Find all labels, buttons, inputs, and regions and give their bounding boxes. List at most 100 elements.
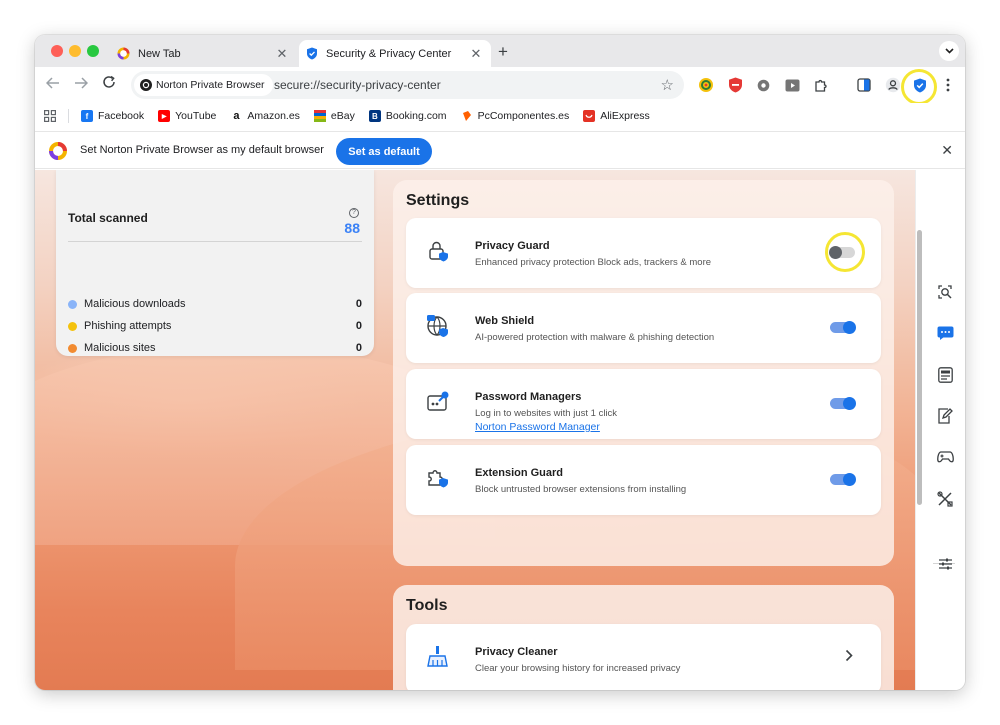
legend-dot <box>68 321 77 331</box>
bookmark-youtube[interactable]: ▶ YouTube <box>158 110 216 122</box>
booking-icon: B <box>368 110 381 122</box>
password-managers-toggle[interactable] <box>830 397 856 410</box>
bookmark-booking[interactable]: B Booking.com <box>368 110 447 122</box>
bookmark-ebay[interactable]: eBay <box>313 110 355 122</box>
chat-icon[interactable] <box>936 324 954 342</box>
more-icon[interactable] <box>939 76 957 94</box>
site-chip[interactable]: Norton Private Browser <box>134 74 273 96</box>
tools-icon[interactable] <box>936 490 954 508</box>
setting-password-managers: Password Managers Log in to websites wit… <box>406 369 881 439</box>
setting-privacy-guard: Privacy Guard Enhanced privacy protectio… <box>406 218 881 288</box>
sidebar-icon[interactable] <box>855 76 873 94</box>
set-as-default-button[interactable]: Set as default <box>336 138 432 165</box>
stat-value: 0 <box>355 342 362 354</box>
profile-icon[interactable] <box>884 76 902 94</box>
setting-description: Enhanced privacy protection Block ads, t… <box>475 257 712 268</box>
settings-panel: Settings Privacy Guard Enhanced privacy … <box>393 180 894 566</box>
tab-strip: New Tab ✕ Security & Privacy Center ✕ + <box>35 35 965 67</box>
forward-arrow-icon[interactable] <box>71 75 91 95</box>
web-shield-toggle[interactable] <box>830 321 856 334</box>
bookmarks-bar: f Facebook ▶ YouTube a Amazon.es eBay B … <box>35 103 965 129</box>
back-arrow-icon[interactable] <box>43 75 63 95</box>
shield-highlight-ring <box>901 69 937 105</box>
tab-security-privacy-center[interactable]: Security & Privacy Center ✕ <box>299 40 491 67</box>
new-tab-button[interactable]: + <box>493 42 513 62</box>
legend-dot <box>68 299 77 309</box>
adblock-icon[interactable] <box>726 76 744 94</box>
browser-window: New Tab ✕ Security & Privacy Center ✕ + <box>35 35 965 690</box>
tool-privacy-cleaner[interactable]: Privacy Cleaner Clear your browsing hist… <box>406 624 881 690</box>
norton-logo-icon <box>140 79 152 91</box>
chevron-right-icon[interactable] <box>845 649 853 667</box>
bookmarks-divider <box>68 109 69 123</box>
bookmark-aliexpress[interactable]: AliExpress <box>583 110 650 122</box>
tab-search-chevron-icon[interactable] <box>939 41 959 61</box>
total-scanned-count: 88 <box>344 220 360 236</box>
stat-label: Malicious downloads <box>84 298 186 310</box>
address-bar[interactable]: Norton Private Browser secure://security… <box>131 71 684 99</box>
setting-description: Clear your browsing history for increase… <box>475 663 681 674</box>
page-scrollbar[interactable] <box>917 230 922 505</box>
settings-gear-icon[interactable] <box>754 76 772 94</box>
extension-guard-toggle[interactable] <box>830 473 856 486</box>
zoom-window-button[interactable] <box>87 45 99 57</box>
setting-name: Privacy Guard <box>475 240 550 252</box>
stat-row-malicious-sites: Malicious sites 0 <box>68 340 362 356</box>
bookmark-facebook[interactable]: f Facebook <box>81 110 144 122</box>
setting-description: Block untrusted browser extensions from … <box>475 484 687 495</box>
toggle-knob <box>843 473 856 486</box>
bookmark-pccomponentes[interactable]: PcComponentes.es <box>461 110 570 122</box>
setting-description: AI-powered protection with malware & phi… <box>475 332 715 343</box>
security-privacy-center-page: Total scanned ? 88 Malicious downloads 0… <box>35 170 915 690</box>
help-icon[interactable]: ? <box>349 208 359 218</box>
bookmark-label: eBay <box>330 110 355 122</box>
tab-title: New Tab <box>138 47 181 60</box>
privacy-guard-icon <box>426 239 450 263</box>
sliders-icon[interactable] <box>936 555 954 573</box>
apps-grid-icon[interactable] <box>44 110 56 122</box>
aliexpress-icon <box>583 110 596 122</box>
vpn-icon[interactable] <box>697 76 715 94</box>
norton-browser-logo-icon <box>48 141 68 161</box>
tab-close-button[interactable]: ✕ <box>273 46 291 62</box>
right-sidebar <box>915 170 965 690</box>
news-icon[interactable] <box>936 366 954 384</box>
tab-close-button[interactable]: ✕ <box>467 46 485 62</box>
gamepad-icon[interactable] <box>936 448 954 466</box>
legend-dot <box>68 343 77 353</box>
bookmark-star-icon[interactable]: ☆ <box>661 76 674 94</box>
url-text[interactable]: secure://security-privacy-center <box>274 78 441 92</box>
stat-row-malicious-downloads: Malicious downloads 0 <box>68 296 362 312</box>
youtube-icon: ▶ <box>158 110 171 122</box>
extensions-puzzle-icon[interactable] <box>812 76 830 94</box>
bookmark-label: Facebook <box>98 110 145 122</box>
bookmark-label: PcComponentes.es <box>477 110 570 122</box>
shield-icon <box>305 47 318 60</box>
setting-description: Log in to websites with just 1 click <box>475 408 618 419</box>
norton-password-manager-link[interactable]: Norton Password Manager <box>475 421 600 433</box>
amazon-icon: a <box>230 110 243 122</box>
close-icon[interactable]: ✕ <box>941 142 953 159</box>
setting-name: Privacy Cleaner <box>475 646 558 658</box>
setting-name: Password Managers <box>475 391 582 403</box>
bookmark-amazon[interactable]: a Amazon.es <box>230 110 300 122</box>
broom-icon <box>426 645 450 669</box>
default-browser-infobar: Set Norton Private Browser as my default… <box>35 131 965 169</box>
facebook-icon: f <box>81 110 93 122</box>
search-scan-icon[interactable] <box>936 283 954 301</box>
stat-row-phishing-attempts: Phishing attempts 0 <box>68 318 362 334</box>
tab-new-tab[interactable]: New Tab ✕ <box>111 40 297 67</box>
reload-icon[interactable] <box>99 75 119 95</box>
web-shield-icon <box>426 314 450 338</box>
extension-guard-icon <box>426 466 450 490</box>
bookmark-label: YouTube <box>175 110 217 122</box>
close-window-button[interactable] <box>51 45 63 57</box>
stat-value: 0 <box>355 320 362 332</box>
setting-extension-guard: Extension Guard Block untrusted browser … <box>406 445 881 515</box>
stat-label: Phishing attempts <box>84 320 172 332</box>
notes-icon[interactable] <box>936 407 954 425</box>
video-icon[interactable] <box>783 76 801 94</box>
toggle-knob <box>843 321 856 334</box>
minimize-window-button[interactable] <box>69 45 81 57</box>
password-manager-icon <box>426 390 450 414</box>
